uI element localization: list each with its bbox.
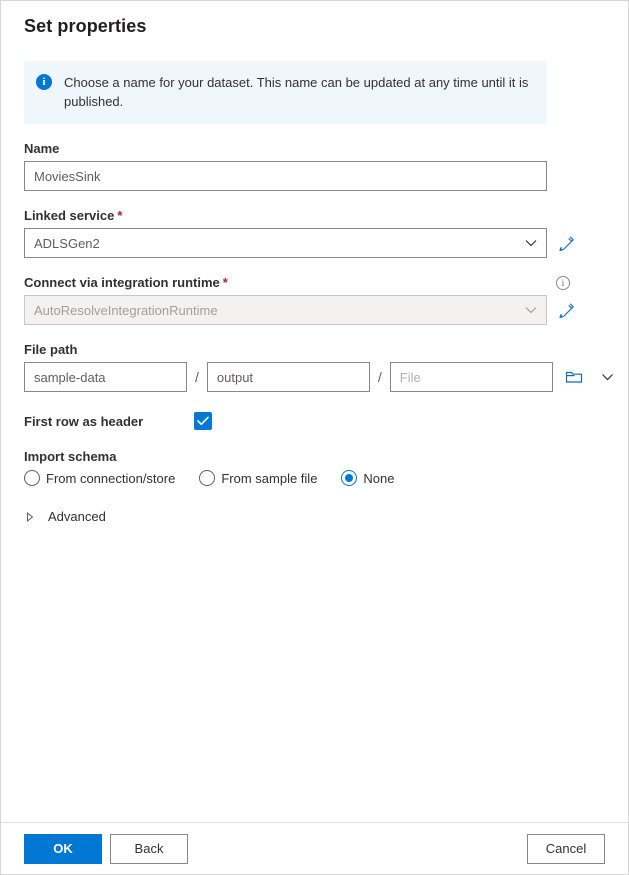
advanced-label: Advanced (48, 509, 106, 524)
pencil-icon[interactable] (558, 235, 575, 252)
integration-runtime-label: Connect via integration runtime * (24, 275, 228, 290)
set-properties-dialog: Set properties i Choose a name for your … (0, 0, 629, 875)
info-icon: i (36, 74, 52, 90)
integration-runtime-value: AutoResolveIntegrationRuntime (34, 302, 218, 318)
linked-service-dropdown[interactable]: ADLSGen2 (24, 228, 547, 258)
integration-runtime-group: Connect via integration runtime * i Auto… (24, 275, 605, 325)
first-row-as-header-label: First row as header (24, 413, 144, 429)
file-path-row: / / (24, 362, 613, 392)
import-schema-options: From connection/store From sample file N… (24, 470, 605, 486)
name-label: Name (24, 141, 605, 156)
radio-from-sample-file[interactable]: From sample file (199, 470, 317, 486)
file-path-label-text: File path (24, 342, 78, 357)
radio-label: From connection/store (46, 470, 176, 486)
name-label-text: Name (24, 141, 60, 156)
advanced-section-toggle[interactable]: Advanced (24, 509, 605, 524)
page-title: Set properties (24, 16, 147, 36)
path-separator: / (377, 369, 382, 385)
radio-none[interactable]: None (341, 470, 395, 486)
file-path-label: File path (24, 342, 605, 357)
linked-service-label: Linked service * (24, 208, 605, 223)
linked-service-group: Linked service * ADLSGen2 (24, 208, 605, 258)
required-asterisk: * (117, 208, 123, 223)
info-banner-text: Choose a name for your dataset. This nam… (64, 75, 529, 109)
folder-icon[interactable] (565, 369, 583, 385)
import-schema-group: Import schema From connection/store From… (24, 449, 605, 486)
radio-circle-icon (24, 470, 40, 486)
dialog-body: Set properties i Choose a name for your … (1, 1, 628, 822)
integration-runtime-label-row: Connect via integration runtime * i (24, 275, 570, 290)
chevron-down-icon (525, 296, 537, 324)
chevron-down-icon[interactable] (601, 373, 614, 381)
radio-label: From sample file (221, 470, 318, 486)
file-path-group: File path / / (24, 342, 613, 392)
chevron-down-icon (525, 229, 537, 257)
name-field-group: Name (24, 141, 605, 191)
integration-runtime-row: AutoResolveIntegrationRuntime (24, 295, 605, 325)
dialog-footer: OK Back Cancel (1, 822, 628, 874)
info-tooltip-icon[interactable]: i (556, 275, 570, 290)
radio-circle-selected-icon (341, 470, 358, 486)
cancel-button[interactable]: Cancel (527, 833, 605, 864)
first-row-as-header-row: First row as header (24, 412, 605, 430)
linked-service-row: ADLSGen2 (24, 228, 605, 258)
file-path-directory-input[interactable] (206, 362, 370, 392)
file-path-file-input[interactable] (389, 362, 553, 392)
first-row-as-header-checkbox[interactable] (194, 412, 212, 430)
linked-service-label-text: Linked service (24, 208, 115, 223)
integration-runtime-label-text: Connect via integration runtime (24, 275, 220, 290)
ok-button[interactable]: OK (24, 833, 102, 864)
radio-label: None (363, 470, 395, 486)
back-button[interactable]: Back (110, 833, 188, 864)
required-asterisk: * (222, 275, 228, 290)
info-banner: i Choose a name for your dataset. This n… (24, 61, 547, 124)
radio-circle-icon (199, 470, 216, 486)
caret-right-icon (24, 511, 36, 522)
integration-runtime-dropdown[interactable]: AutoResolveIntegrationRuntime (24, 295, 547, 325)
import-schema-label: Import schema (24, 449, 605, 464)
import-schema-label-text: Import schema (24, 449, 117, 464)
pencil-icon[interactable] (558, 302, 575, 319)
path-separator: / (195, 369, 199, 385)
file-path-container-input[interactable] (24, 362, 187, 392)
linked-service-value: ADLSGen2 (34, 235, 100, 251)
name-input[interactable] (24, 161, 547, 191)
radio-from-connection-store[interactable]: From connection/store (24, 470, 175, 486)
